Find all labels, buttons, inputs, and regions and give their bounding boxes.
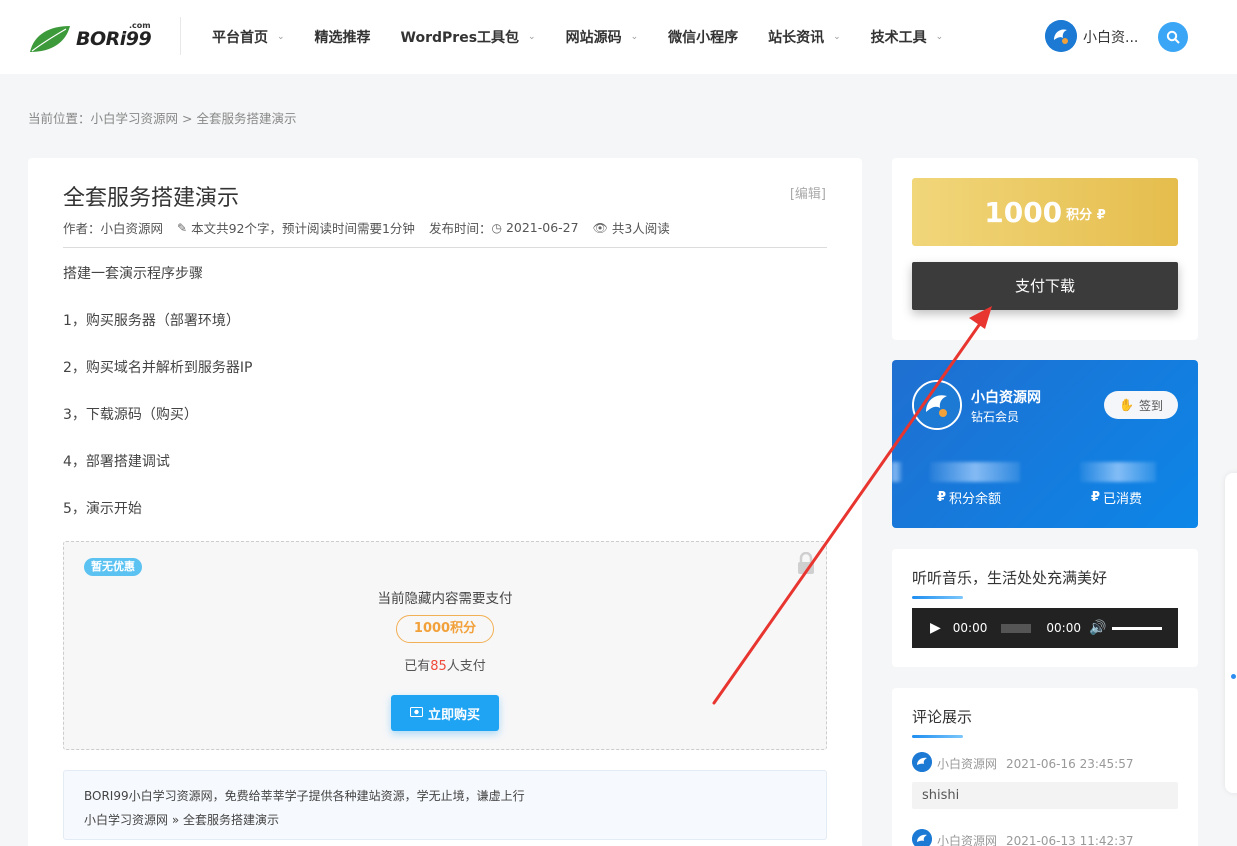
time-total: 00:00: [1046, 621, 1081, 635]
price-display: 1000 积分 ₽: [912, 178, 1178, 246]
volume-slider[interactable]: [1112, 626, 1163, 630]
price-pill: 1000积分: [396, 615, 494, 643]
site-header: BORi99 .com 平台首页 ⌄ 精选推荐 WordPres工具包 ⌄ 网站源码…: [0, 0, 1237, 74]
hidden-content-box: 暂无优惠 当前隐藏内容需要支付 1000积分 已有85人支付 立即购买: [63, 541, 827, 750]
buy-now-button[interactable]: 立即购买: [391, 695, 499, 731]
price-unit: 积分 ₽: [1066, 207, 1106, 223]
toolbar-indicator: [1231, 674, 1236, 679]
edit-link[interactable]: [编辑]: [790, 183, 826, 202]
site-logo[interactable]: BORi99 .com: [28, 18, 153, 58]
user-avatar[interactable]: [1045, 20, 1077, 52]
progress-track[interactable]: [1001, 623, 1032, 633]
dolphin-icon: [914, 382, 960, 428]
post-meta: 作者：小白资源网 ✎ 本文共92个字，预计阅读时间需要1分钟 发布时间： ◷ 2021…: [63, 218, 684, 237]
blurred-value: [892, 462, 902, 482]
paragraph: 5，演示开始: [63, 501, 142, 517]
breadcrumb-prefix: 当前位置：: [28, 111, 91, 126]
copyright-text: BORI99小白学习资源网，免费给莘莘学子提供各种建站资源，学无止境，谦虚上行: [84, 789, 525, 803]
title-underline: [912, 596, 963, 599]
nav-item-home[interactable]: 平台首页 ⌄: [212, 27, 285, 47]
user-name[interactable]: 小白资...: [1083, 27, 1138, 47]
paragraph: 4，部署搭建调试: [63, 454, 170, 470]
paragraph: 搭建一套演示程序步骤: [63, 266, 203, 282]
volume-icon[interactable]: 🔊: [1089, 620, 1106, 636]
spent-label: ₽ 已消费: [1091, 490, 1143, 507]
chevron-down-icon: ⌄: [935, 32, 944, 42]
coin-icon: ₽: [937, 490, 947, 505]
discount-badge: 暂无优惠: [84, 558, 142, 576]
lock-icon: [798, 552, 814, 574]
nav-item-news[interactable]: 站长资讯 ⌄: [768, 27, 841, 47]
paid-count: 已有85人支付: [404, 659, 486, 674]
edit-icon: ✎: [177, 220, 188, 235]
eye-icon: 👁: [592, 220, 608, 235]
article-card: 全套服务搭建演示 [编辑] 作者：小白资源网 ✎ 本文共92个字，预计阅读时间需要…: [28, 158, 862, 846]
page-title: 全套服务搭建演示: [63, 186, 240, 211]
dolphin-icon: [912, 829, 932, 846]
leaf-icon: [30, 26, 70, 52]
paragraph: 3，下载源码（购买）: [63, 407, 198, 423]
user-card: 小白资源网 钻石会员 ✋ 签到 ₽ 积分余额 ₽ 已消费: [892, 360, 1198, 528]
chevron-down-icon: ⌄: [833, 32, 841, 42]
search-button[interactable]: [1158, 22, 1188, 52]
paragraph: 2，购买域名并解析到服务器IP: [63, 360, 253, 376]
music-title: 听听音乐，生活处处充满美好: [912, 569, 1108, 587]
clock-icon: ◷: [491, 220, 502, 235]
logo-text: BORi99: [76, 28, 152, 50]
meta-divider: [63, 247, 827, 248]
hidden-note: 当前隐藏内容需要支付: [377, 591, 513, 607]
breadcrumb-current: 全套服务搭建演示: [196, 111, 297, 126]
comment-meta: 小白资源网 2021-06-13 11:42:37: [937, 834, 1134, 846]
comment-meta: 小白资源网 2021-06-16 23:45:57: [937, 757, 1134, 771]
chevron-down-icon: ⌄: [630, 32, 639, 42]
main-nav: 平台首页 ⌄ 精选推荐 WordPres工具包 ⌄ 网站源码 ⌄ 微信小程序 站长资讯…: [212, 0, 973, 74]
title-underline: [912, 735, 963, 738]
balance-label: ₽ 积分余额: [937, 490, 1002, 507]
blurred-value: [1080, 462, 1156, 482]
pay-download-button[interactable]: 支付下载: [912, 262, 1178, 310]
play-icon[interactable]: ▶: [930, 620, 941, 636]
price-widget: 1000 积分 ₽ 支付下载: [892, 158, 1198, 340]
music-widget: 听听音乐，生活处处充满美好 ▶ 00:00 00:00 🔊: [892, 549, 1198, 667]
comments-title: 评论展示: [912, 708, 973, 726]
floating-toolbar[interactable]: [1225, 473, 1237, 793]
nav-item-featured[interactable]: 精选推荐: [315, 27, 371, 47]
chevron-down-icon: ⌄: [528, 32, 536, 42]
dolphin-icon: [1045, 20, 1077, 52]
paragraph: 1，购买服务器（部署环境）: [63, 313, 240, 329]
avatar[interactable]: [912, 380, 962, 430]
audio-player: ▶ 00:00 00:00 🔊: [912, 608, 1178, 648]
nav-item-wordpress[interactable]: WordPres工具包 ⌄: [401, 27, 536, 47]
nav-item-source[interactable]: 网站源码 ⌄: [566, 27, 639, 47]
comments-widget: 评论展示 小白资源网 2021-06-16 23:45:57 shishi 小白资…: [892, 688, 1198, 846]
checkin-button[interactable]: ✋ 签到: [1104, 391, 1178, 419]
search-icon: [1166, 30, 1180, 44]
chevron-down-icon: ⌄: [277, 32, 285, 42]
user-level: 钻石会员: [971, 410, 1020, 424]
money-icon: [409, 706, 423, 721]
dolphin-icon: [912, 752, 932, 772]
logo-com: .com: [129, 21, 151, 30]
time-current: 00:00: [952, 621, 988, 635]
nav-item-miniprogram[interactable]: 微信小程序: [668, 27, 738, 47]
breadcrumb: 当前位置：小白学习资源网 > 全套服务搭建演示: [28, 108, 297, 127]
nav-item-tools[interactable]: 技术工具 ⌄: [871, 27, 944, 47]
post-wordcount: ✎ 本文共92个字，预计阅读时间需要1分钟: [177, 220, 415, 237]
coin-icon: ₽: [1091, 490, 1101, 505]
copyright-box: BORI99小白学习资源网，免费给莘莘学子提供各种建站资源，学无止境，谦虚上行 …: [63, 770, 827, 840]
post-views: 👁 共3人阅读: [592, 220, 670, 237]
hand-icon: ✋: [1119, 398, 1134, 412]
price-number: 1000: [984, 195, 1063, 229]
avatar[interactable]: [912, 752, 932, 772]
comment-body[interactable]: shishi: [912, 782, 1178, 809]
breadcrumb-separator: >: [182, 111, 193, 126]
post-date: 发布时间： ◷ 2021-06-27: [428, 220, 579, 236]
breadcrumb-home-link[interactable]: 小白学习资源网: [91, 111, 179, 126]
user-card-name[interactable]: 小白资源网: [971, 387, 1041, 407]
avatar[interactable]: [912, 829, 932, 846]
header-divider: [180, 17, 181, 55]
copyright-link[interactable]: 小白学习资源网 » 全套服务搭建演示: [84, 811, 279, 828]
blurred-value: [930, 462, 1020, 482]
post-author: 作者：小白资源网: [63, 221, 164, 236]
